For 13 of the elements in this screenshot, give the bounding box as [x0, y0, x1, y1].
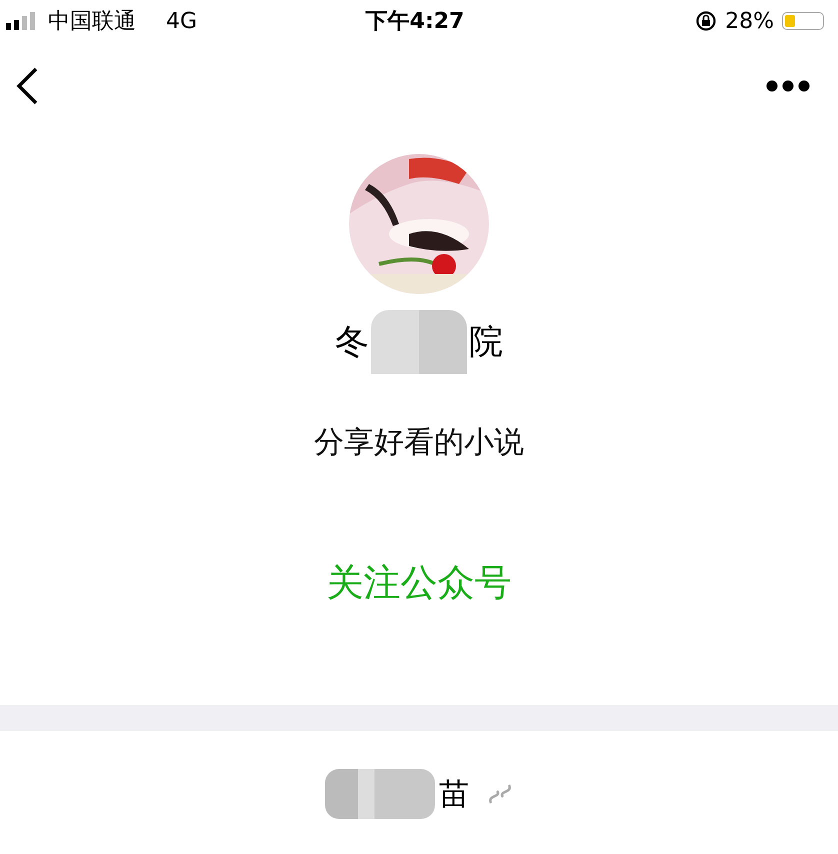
account-description: 分享好看的小说 — [314, 424, 524, 462]
clock-time: 下午4:27 — [366, 9, 464, 34]
network-type: 4G — [166, 8, 198, 34]
back-button[interactable] — [14, 66, 40, 106]
mini-program-name: 苗 — [439, 776, 469, 814]
follow-button[interactable]: 关注公众号 — [326, 558, 512, 608]
account-name: 院 — [469, 321, 503, 364]
carrier-name: 中国联通 — [48, 8, 136, 36]
battery-percent: 28% — [725, 8, 774, 34]
more-button[interactable] — [766, 80, 810, 92]
battery-icon — [782, 12, 824, 30]
rotation-lock-icon — [695, 10, 718, 32]
account-name: 冬 — [335, 321, 369, 364]
